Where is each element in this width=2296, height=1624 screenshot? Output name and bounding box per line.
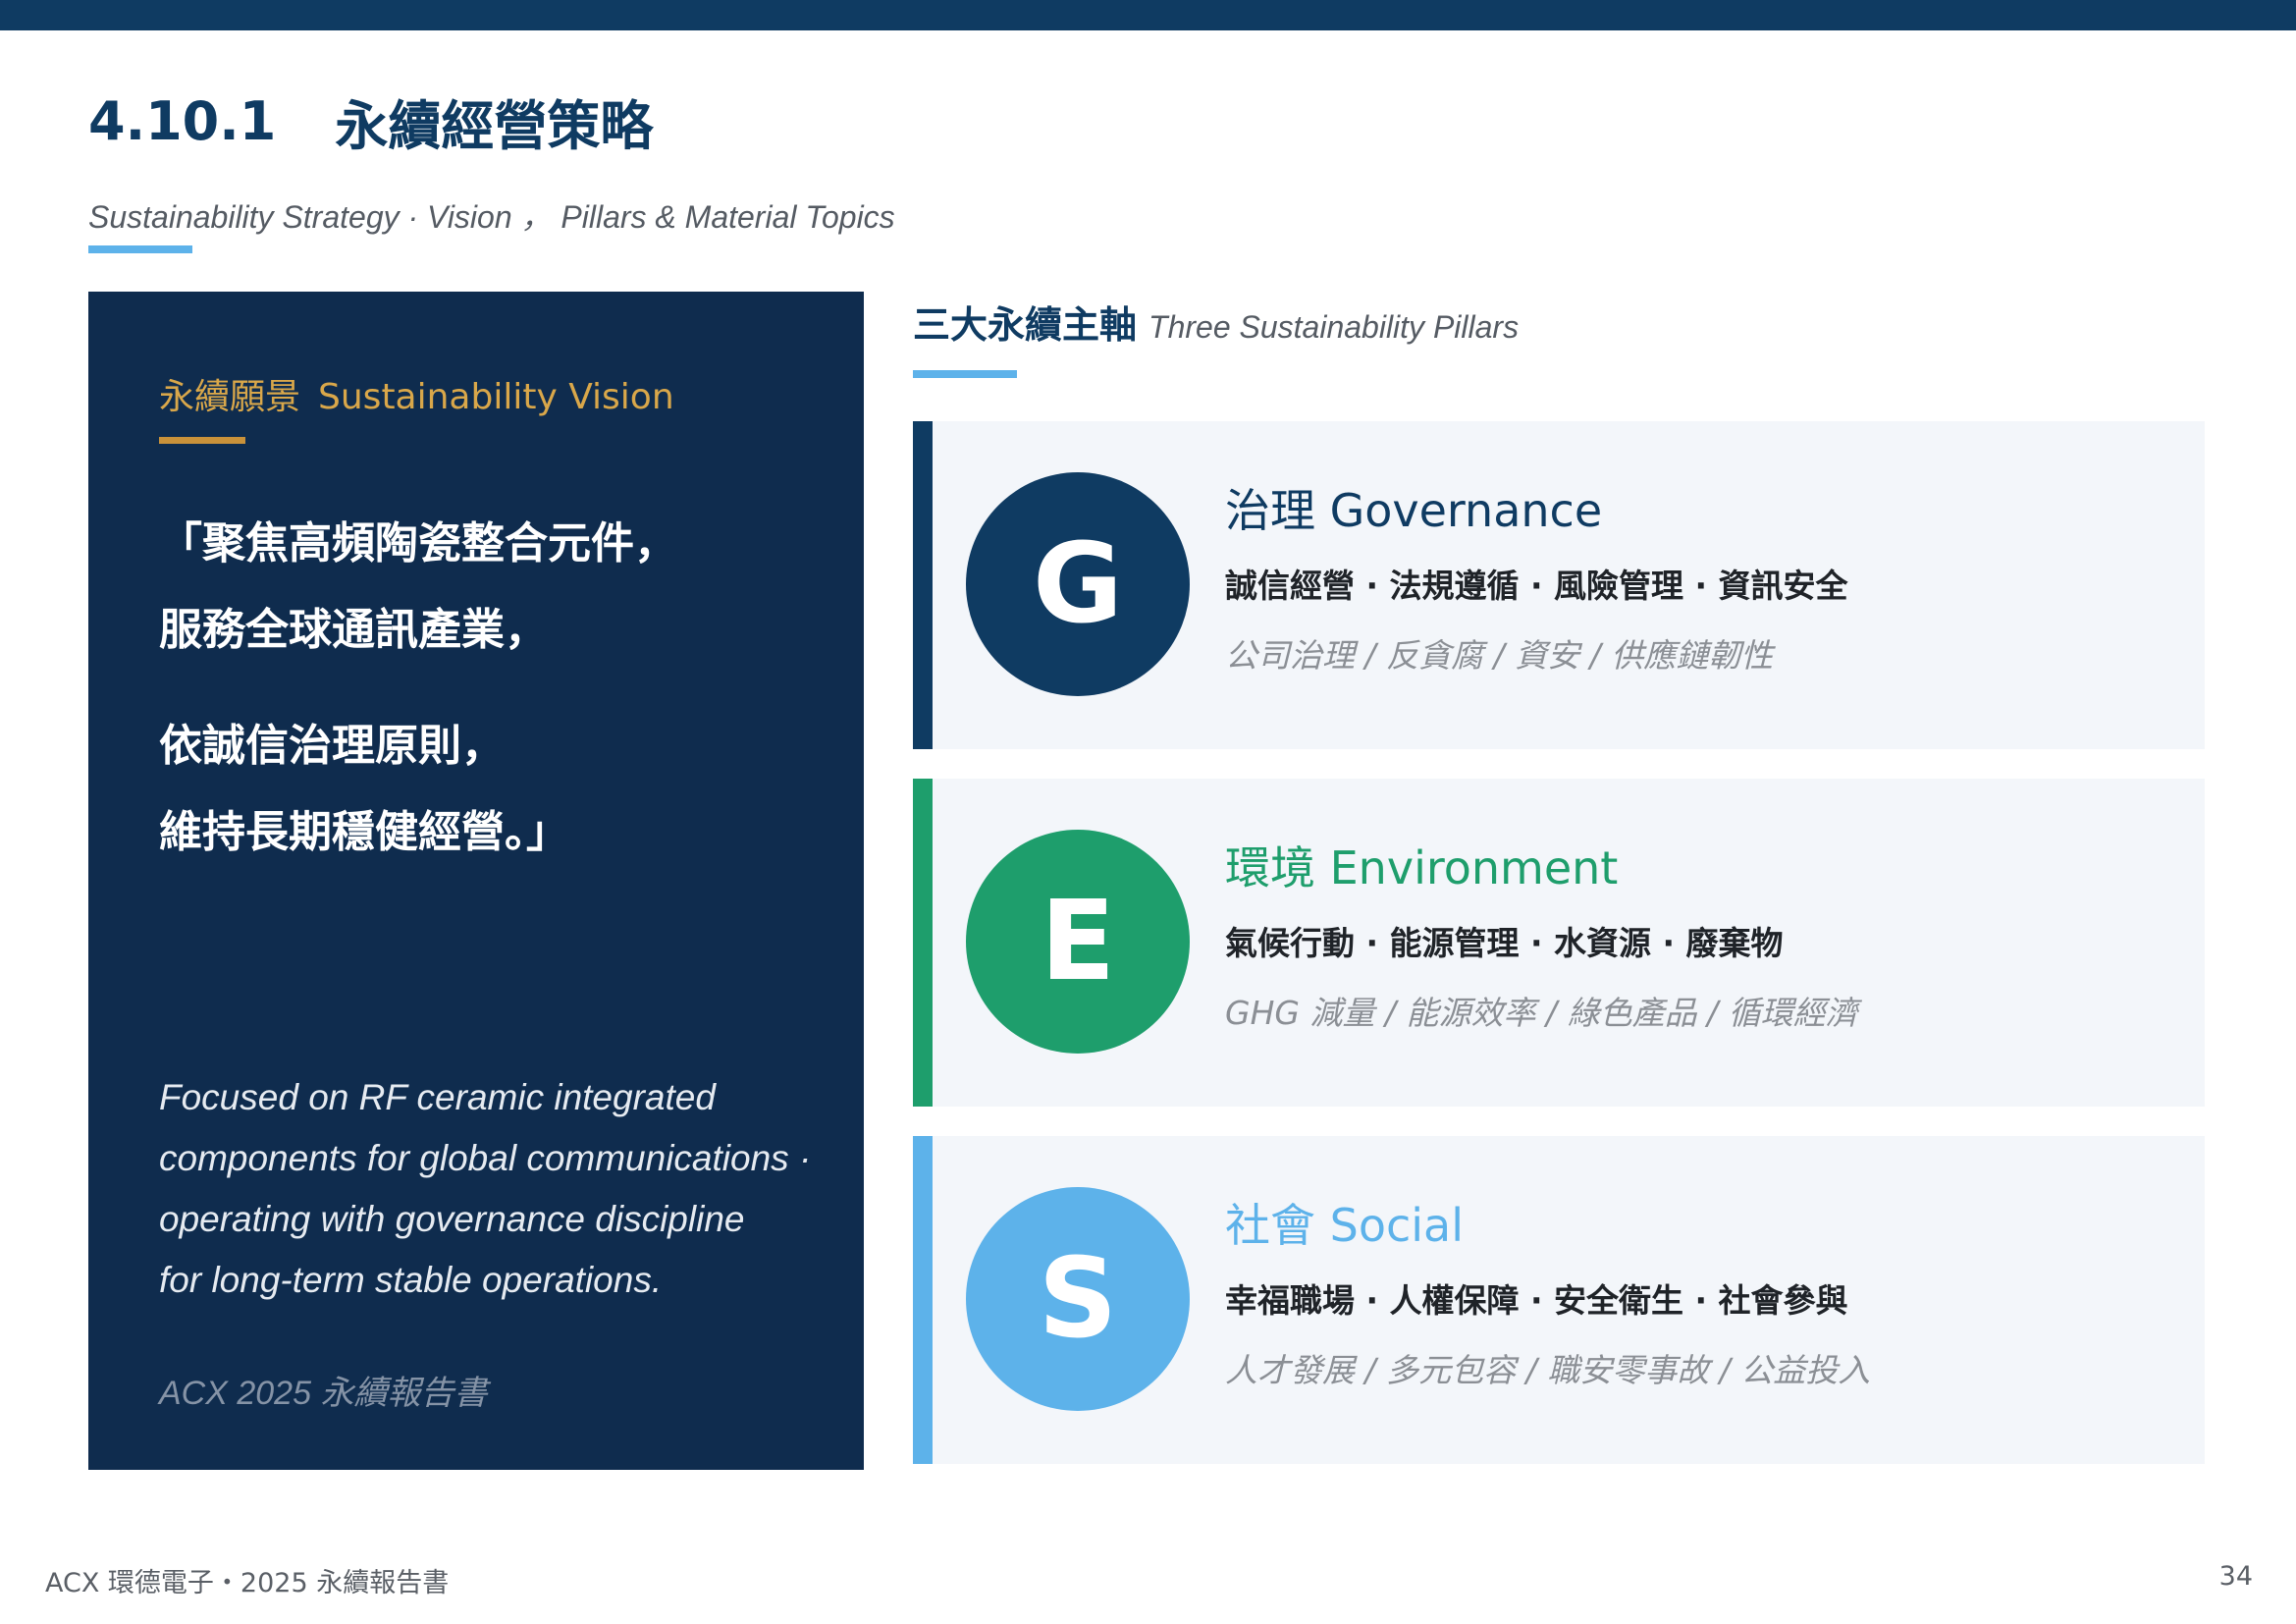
pillar-subtopics: 人才發展 / 多元包容 / 職安零事故 / 公益投入 <box>1225 1351 1871 1389</box>
page-subtitle: Sustainability Strategy · Vision ， Pilla… <box>88 199 895 235</box>
pillar-title: 環境 Environment <box>1225 841 1619 894</box>
pillars-heading-zh: 三大永續主軸 <box>913 303 1138 347</box>
vision-heading-zh: 永續願景 <box>159 377 301 417</box>
vision-heading: 永續願景 Sustainability Vision <box>159 368 674 419</box>
pillar-title: 社會 Social <box>1225 1199 1465 1252</box>
vision-heading-en: Sustainability Vision <box>318 377 674 417</box>
page-title: 4.10.1 永續經營策略 <box>88 86 653 157</box>
vision-quote-line: 服務全球通訊產業， <box>159 605 548 655</box>
pillar-subtopics: GHG 減量 / 能源效率 / 綠色產品 / 循環經濟 <box>1225 994 1858 1032</box>
vision-english-text: Focused on RF ceramic integrated compone… <box>159 1067 846 1311</box>
section-title: 永續經營策略 <box>335 94 654 157</box>
vision-panel: 永續願景 Sustainability Vision 「聚焦高頻陶瓷整合元件， 服… <box>88 292 864 1470</box>
vision-english-line: for long-term stable operations. <box>159 1260 663 1300</box>
pillar-card-social: S 社會 Social 幸福職場 · 人權保障 · 安全衛生 · 社會參與 人才… <box>913 1136 2205 1464</box>
pillar-card-governance: G 治理 Governance 誠信經營 · 法規遵循 · 風險管理 · 資訊安… <box>913 421 2205 749</box>
top-banner <box>0 0 2296 30</box>
page-number: 34 <box>2218 1561 2253 1592</box>
vision-accent-line <box>159 437 245 444</box>
vision-english-line: components for global communications · <box>159 1138 812 1178</box>
section-number: 4.10.1 <box>88 89 277 152</box>
vision-english-line: Focused on RF ceramic integrated <box>159 1077 716 1117</box>
pillar-topics: 氣候行動 · 能源管理 · 水資源 · 廢棄物 <box>1225 924 1784 962</box>
pillar-title: 治理 Governance <box>1225 484 1603 537</box>
pillars-heading-en: Three Sustainability Pillars <box>1148 309 1520 345</box>
pillars-accent-line <box>913 370 1017 378</box>
vision-english-line: operating with governance discipline <box>159 1199 745 1239</box>
footer-report-title: ACX 環德電子・2025 永續報告書 <box>45 1568 450 1598</box>
pillar-badge-g-icon: G <box>966 472 1190 696</box>
pillar-card-environment: E 環境 Environment 氣候行動 · 能源管理 · 水資源 · 廢棄物… <box>913 779 2205 1107</box>
pillars-heading: 三大永續主軸 Three Sustainability Pillars <box>913 295 1519 349</box>
pillar-stripe <box>913 779 933 1107</box>
vision-quote-line: 依誠信治理原則， <box>159 721 505 771</box>
pillar-topics: 幸福職場 · 人權保障 · 安全衛生 · 社會參與 <box>1225 1281 1848 1320</box>
pillar-topics: 誠信經營 · 法規遵循 · 風險管理 · 資訊安全 <box>1225 567 1848 605</box>
title-accent-line <box>88 245 192 253</box>
pillar-badge-s-icon: S <box>966 1187 1190 1411</box>
vision-quote-line: 「聚焦高頻陶瓷整合元件， <box>159 518 677 568</box>
pillar-stripe <box>913 421 933 749</box>
pillar-badge-e-icon: E <box>966 830 1190 1054</box>
vision-footnote: ACX 2025 永續報告書 <box>159 1375 488 1412</box>
pillar-subtopics: 公司治理 / 反貪腐 / 資安 / 供應鏈韌性 <box>1225 636 1774 675</box>
vision-quote-line: 維持長期穩健經營。」 <box>159 807 569 857</box>
pillar-stripe <box>913 1136 933 1464</box>
